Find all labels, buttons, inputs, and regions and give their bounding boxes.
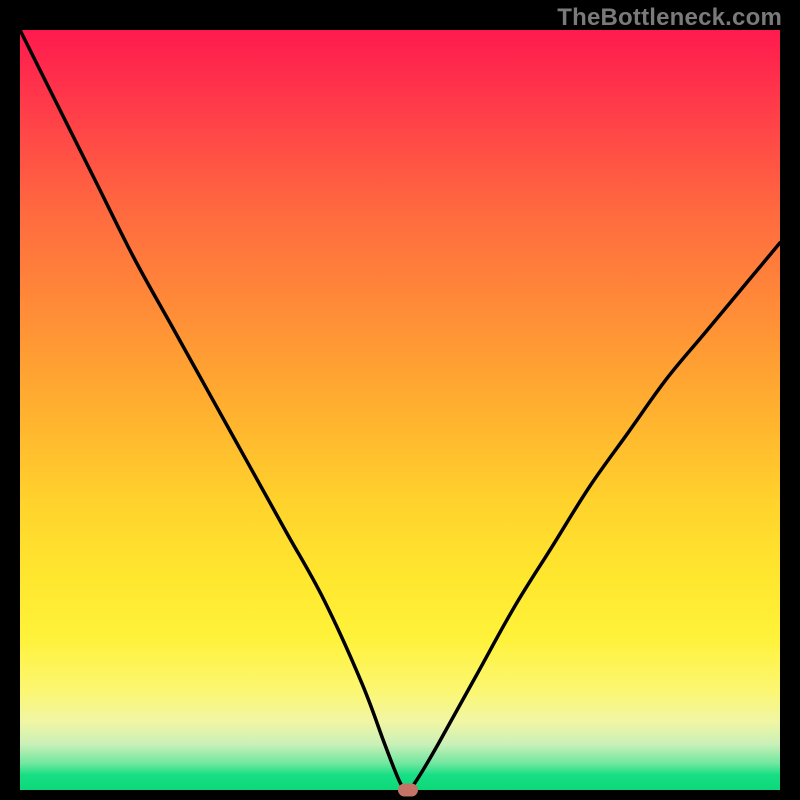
plot-area — [20, 30, 780, 790]
bottleneck-curve — [20, 30, 780, 790]
watermark-text: TheBottleneck.com — [557, 4, 782, 32]
chart-frame: TheBottleneck.com — [0, 0, 800, 800]
optimal-point-marker — [398, 784, 418, 797]
